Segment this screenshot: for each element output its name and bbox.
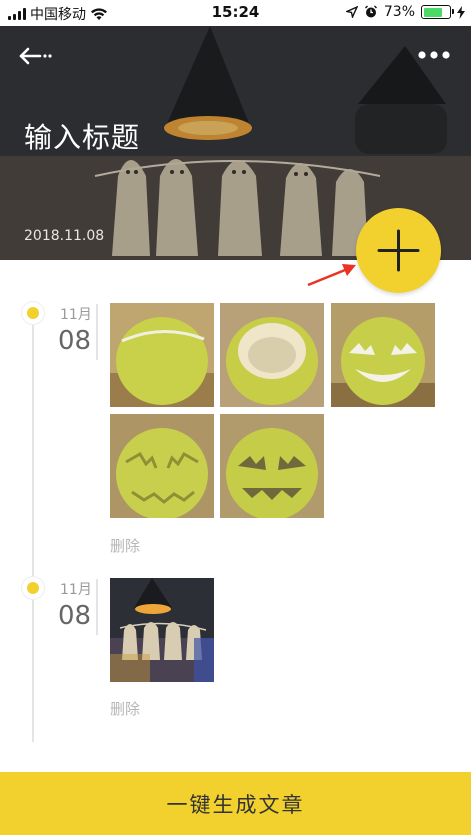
add-photo-button[interactable] [356,208,441,293]
plus-icon [377,229,420,272]
red-arrow-icon [307,264,356,287]
delete-entry-link[interactable]: 删除 [110,535,140,556]
location-arrow-icon [345,6,358,18]
status-right: 73% [345,4,465,20]
status-bar: 中国移动 15:24 73% [0,0,471,26]
generate-article-label: 一键生成文章 [166,792,305,817]
photo-thumbnail[interactable] [110,414,214,518]
entry-date: 11月 08 [58,304,98,360]
more-dots-icon[interactable] [417,48,451,62]
battery-percent: 73% [383,4,415,20]
charging-bolt-icon [457,5,465,19]
timeline-dot [22,577,44,599]
photo-thumbnail[interactable] [220,414,324,518]
photo-image [331,303,435,407]
entry-day: 08 [58,326,92,356]
photo-image [110,578,214,682]
photo-thumbnail[interactable] [110,303,214,407]
entry-date: 11月 08 [58,579,98,635]
back-arrow-icon[interactable] [18,44,58,68]
entry-month: 11月 [60,582,92,598]
photo-thumbnail[interactable] [110,578,214,682]
entry-month: 11月 [60,307,92,323]
timeline-line [32,312,34,742]
battery-icon [421,5,454,19]
cover-date: 2018.11.08 [24,228,105,244]
delete-entry-link[interactable]: 删除 [110,698,140,719]
timeline-dot [22,302,44,324]
entry-day: 08 [58,601,92,631]
generate-article-button[interactable]: 一键生成文章 [0,772,471,835]
title-input[interactable]: 输入标题 [24,116,140,156]
photo-thumbnail[interactable] [331,303,435,407]
photo-image [110,303,214,407]
photo-image [220,414,324,518]
photo-thumbnail[interactable] [220,303,324,407]
photo-image [110,414,214,518]
photo-image [220,303,324,407]
alarm-clock-icon [364,5,377,18]
